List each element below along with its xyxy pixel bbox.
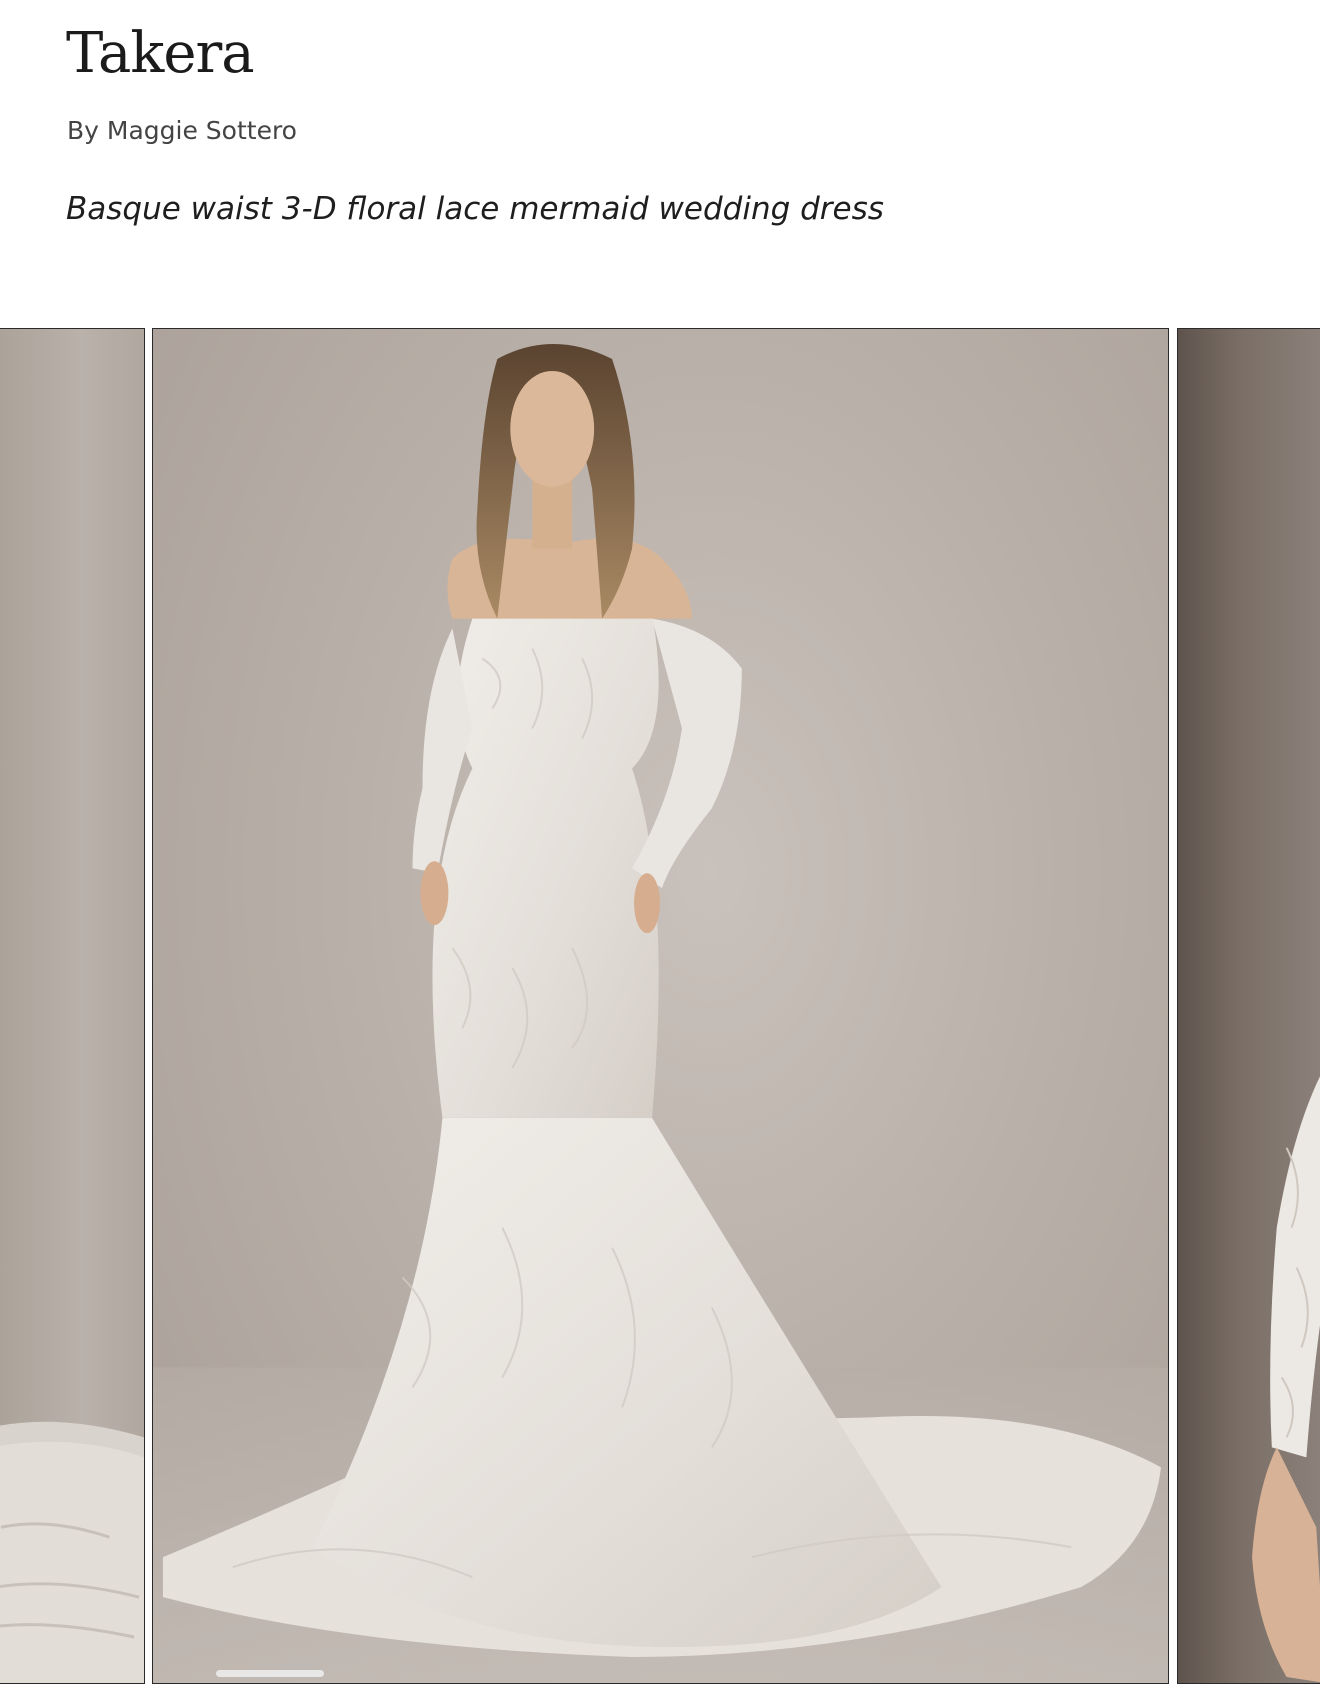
- product-header: Takera By Maggie Sottero Basque waist 3-…: [0, 0, 1320, 328]
- dress-photo: [153, 343, 1168, 1683]
- carousel-slide-previous[interactable]: [0, 328, 145, 1684]
- image-carousel[interactable]: [0, 328, 1320, 1684]
- carousel-slide-current[interactable]: [152, 328, 1169, 1684]
- dress-photo-previous: [0, 1421, 144, 1683]
- carousel-slide-next[interactable]: [1177, 328, 1320, 1684]
- designer-link[interactable]: By Maggie Sottero: [67, 118, 297, 143]
- product-title: Takera: [66, 21, 255, 86]
- dress-photo-next: [1252, 1076, 1320, 1683]
- carousel-scroll-indicator[interactable]: [216, 1670, 324, 1677]
- product-tagline: Basque waist 3-D floral lace mermaid wed…: [66, 191, 884, 227]
